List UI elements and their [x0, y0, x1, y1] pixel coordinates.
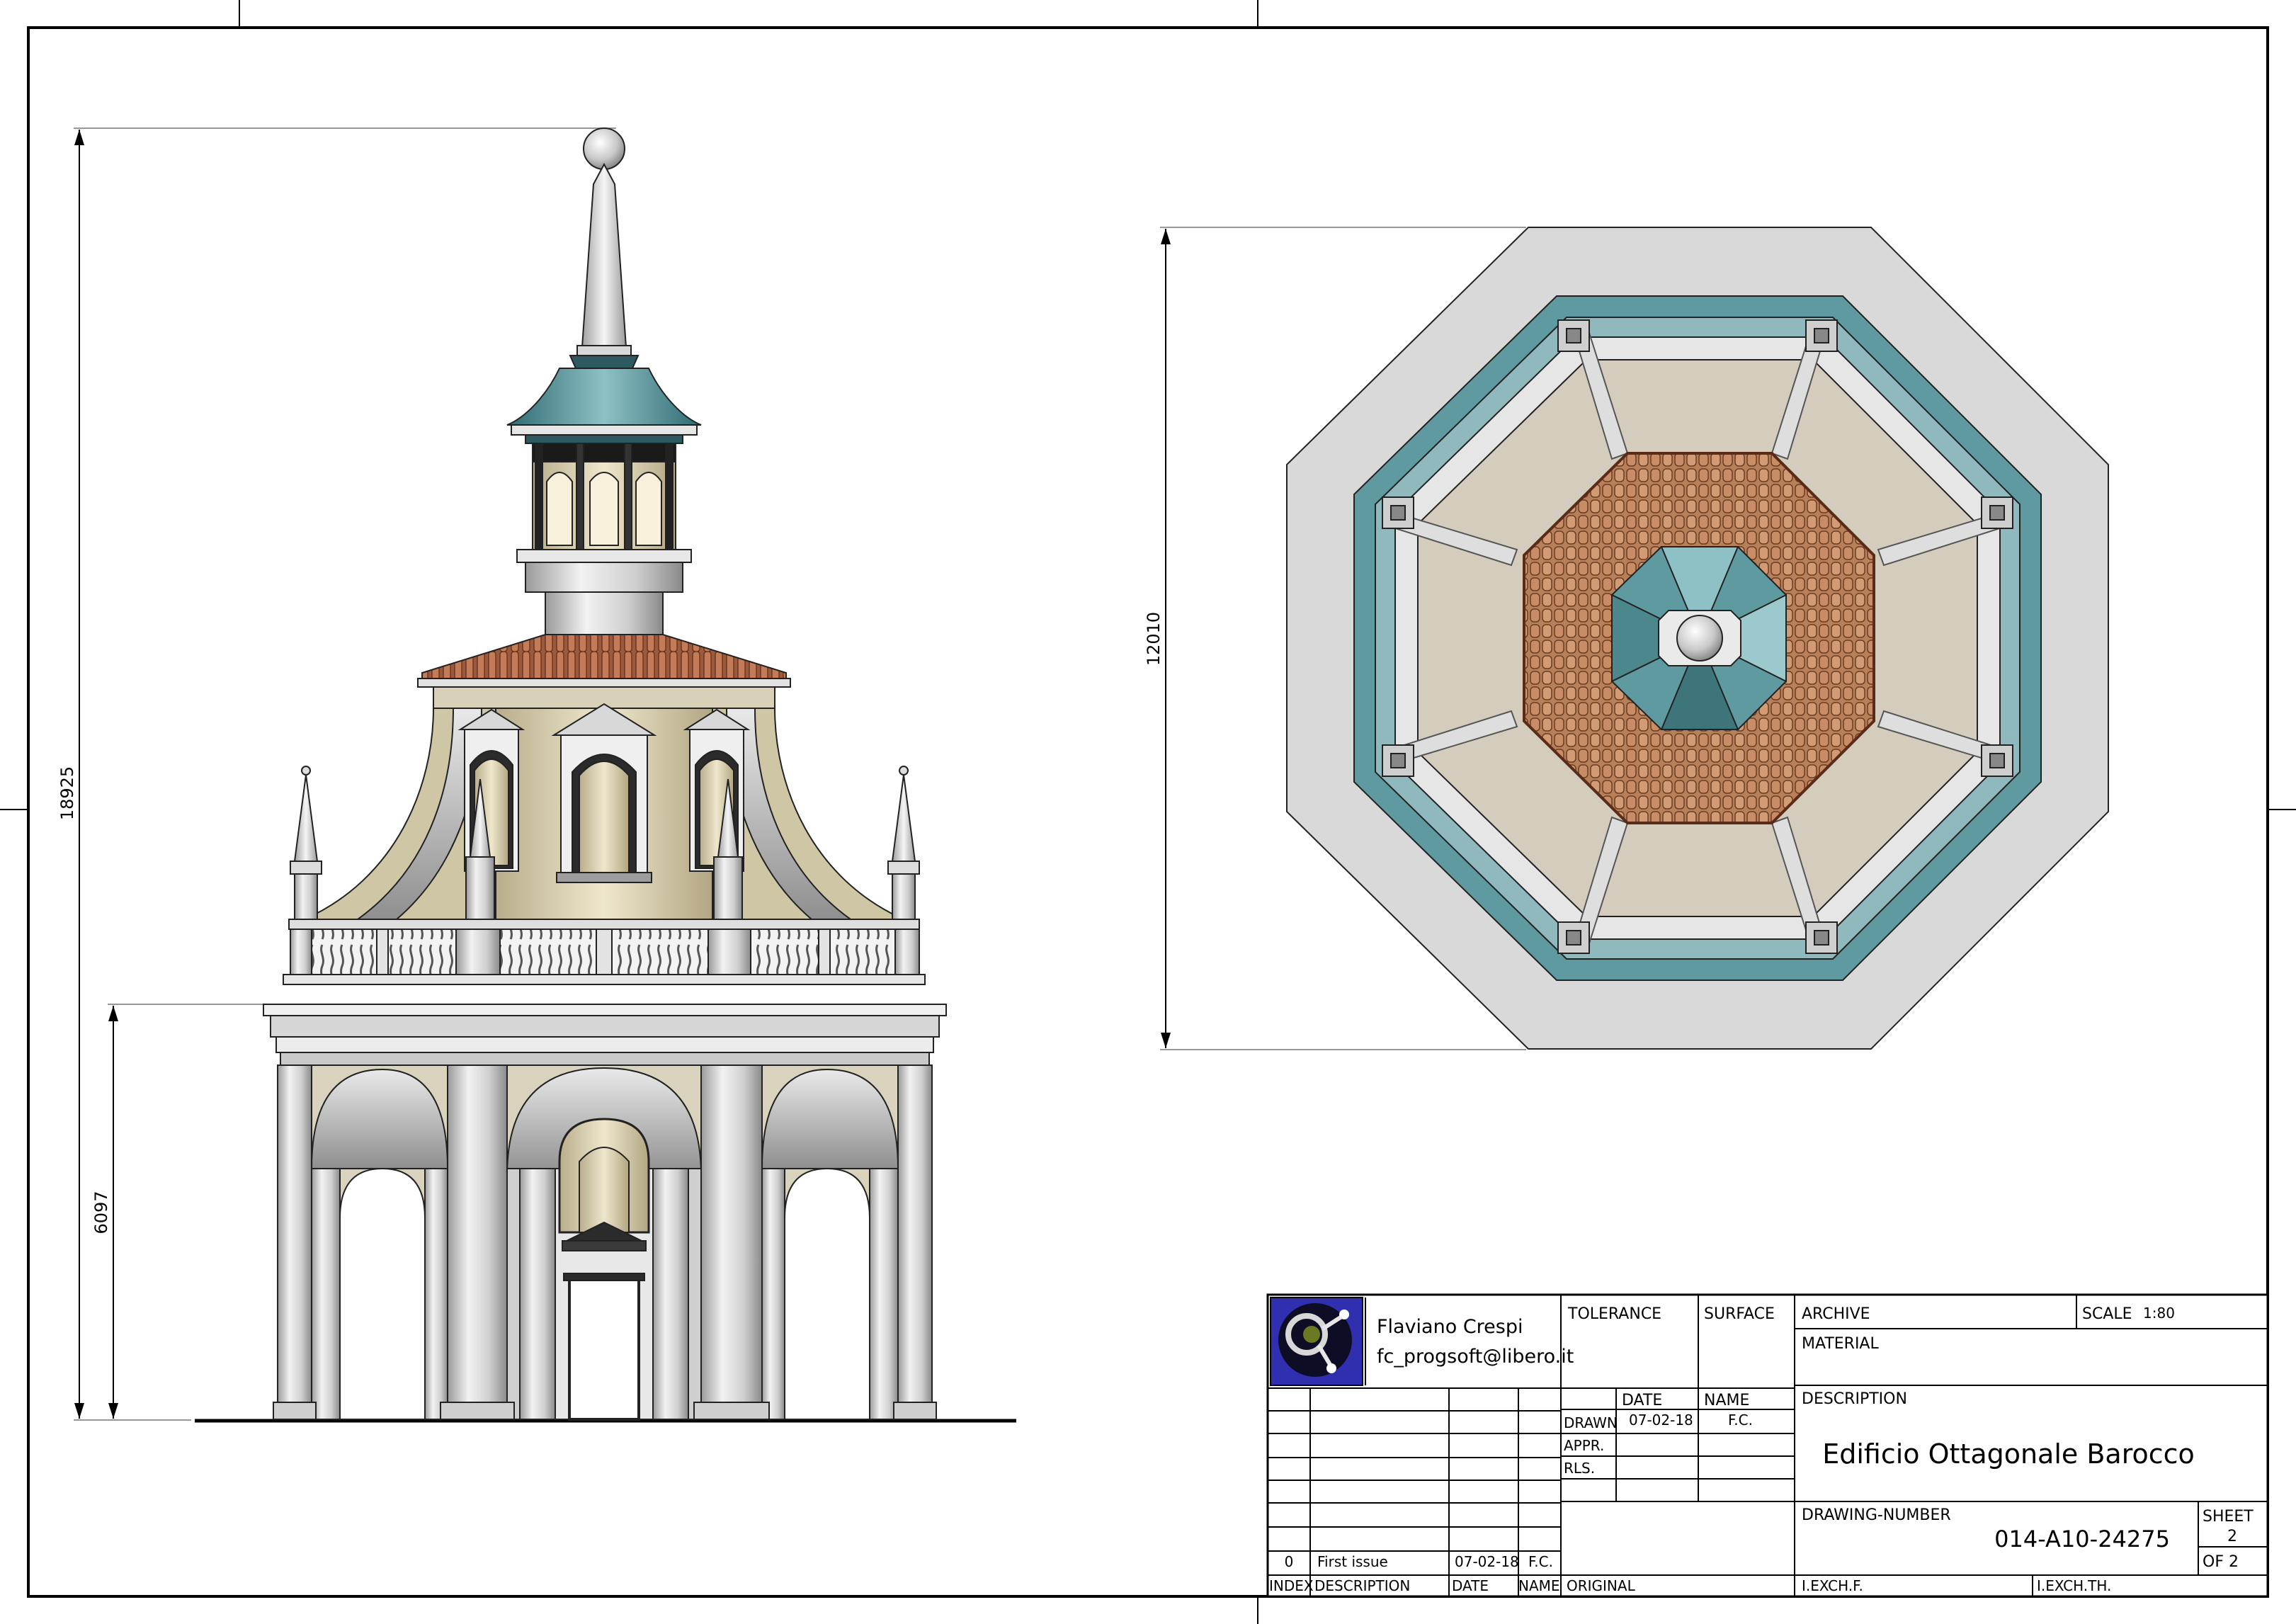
archive-label: ARCHIVE: [1802, 1305, 1870, 1323]
right-arch: [761, 1068, 899, 1420]
rev-date-label: DATE: [1452, 1577, 1489, 1594]
pilaster: [700, 1064, 763, 1420]
ground-height-label: 6097: [91, 1191, 111, 1234]
rls-label: RLS.: [1564, 1460, 1595, 1477]
center-arch: [506, 1067, 703, 1421]
material-label: MATERIAL: [1802, 1335, 1879, 1353]
sheet-label: SHEET: [2203, 1508, 2254, 1526]
revision-date: 07-02-18: [1455, 1553, 1519, 1570]
author-email: fc_progsoft@libero.it: [1377, 1346, 1574, 1368]
surface-label: SURFACE: [1704, 1305, 1775, 1323]
revision-name: F.C.: [1528, 1553, 1553, 1570]
scale-label: SCALE: [2082, 1305, 2132, 1323]
entablature: [263, 1004, 947, 1066]
revision-description: First issue: [1317, 1553, 1388, 1570]
plan-width-label: 12010: [1144, 612, 1164, 666]
rev-name-label: NAME: [1518, 1577, 1560, 1594]
left-arch: [310, 1068, 449, 1420]
revision-index: 0: [1285, 1553, 1294, 1570]
description-label: DESCRIPTION: [1802, 1390, 1907, 1408]
tolerance-label: TOLERANCE: [1567, 1305, 1661, 1323]
appr-label: APPR.: [1564, 1437, 1604, 1454]
date-header: DATE: [1622, 1392, 1662, 1409]
center-upper-window: [579, 1147, 630, 1233]
name-header: NAME: [1704, 1392, 1749, 1409]
plan-finial-sphere: [1676, 615, 1723, 661]
center-door: [568, 1278, 640, 1421]
pilaster: [897, 1064, 933, 1420]
description-value: Edificio Ottagonale Barocco: [1822, 1438, 2195, 1470]
original-label: ORIGINAL: [1567, 1577, 1636, 1594]
technical-drawing-sheet: 18925 6097 12010 Flaviano Crespi fc_prog…: [0, 0, 2296, 1624]
upper-window-left: [458, 708, 525, 872]
plan-view: [1286, 227, 2109, 1050]
pilaster: [277, 1064, 312, 1420]
sheet-of: OF 2: [2203, 1553, 2239, 1571]
balustrade: [283, 919, 926, 985]
scale-value: 1:80: [2143, 1305, 2175, 1322]
drawn-name: F.C.: [1728, 1412, 1753, 1429]
index-label: INDEX: [1269, 1577, 1314, 1594]
drawn-label: DRAWN: [1564, 1414, 1618, 1431]
upper-window-center: [551, 703, 657, 883]
sheet-number: 2: [2227, 1528, 2237, 1545]
rev-description-label: DESCRIPTION: [1314, 1577, 1410, 1594]
iexch-th-label: I.EXCH.TH.: [2037, 1577, 2111, 1594]
iexch-f-label: I.EXCH.F.: [1802, 1577, 1863, 1594]
pilaster: [447, 1064, 508, 1420]
drawn-date: 07-02-18: [1629, 1412, 1693, 1429]
drawing-number-label: DRAWING-NUMBER: [1802, 1506, 1951, 1524]
upper-window-right: [683, 708, 751, 872]
author-name: Flaviano Crespi: [1377, 1316, 1523, 1338]
drawing-number-value: 014-A10-24275: [1994, 1526, 2170, 1552]
total-height-label: 18925: [57, 766, 77, 820]
